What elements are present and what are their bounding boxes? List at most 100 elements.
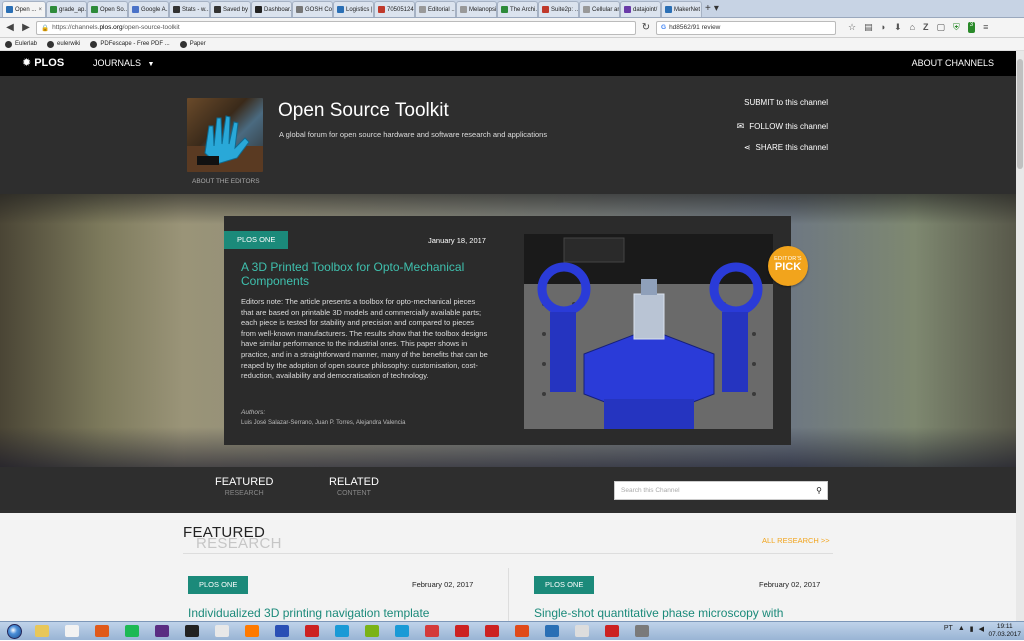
bookmark-item[interactable]: Paper [179,40,206,48]
bookmark-star-icon[interactable]: ☆ [848,22,856,33]
clock[interactable]: 19:11 07.03.2017 [988,623,1021,639]
about-editors-link[interactable]: ABOUT THE EDITORS [192,178,260,185]
browser-tab[interactable]: grade_ap... [46,1,87,17]
home-icon[interactable]: ⌂ [910,22,915,33]
channel-subtitle: A global forum for open source hardware … [279,130,548,139]
tab-list-icon[interactable]: ▾ [714,1,719,17]
scrollbar-thumb[interactable] [1017,59,1023,169]
start-button[interactable] [0,622,28,641]
browser-tab[interactable]: Suite2p: ... [538,1,579,17]
journals-menu[interactable]: JOURNALS ▼ [93,58,154,68]
journal-badge[interactable]: PLOS ONE [188,576,249,594]
browser-tab[interactable]: Saved by ... [210,1,251,17]
browser-tab[interactable]: The Archi... [497,1,538,17]
page-scrollbar[interactable] [1016,51,1024,621]
address-bar[interactable]: 🔒 https://channels. plos.org/open-source-… [36,20,636,35]
follow-label: FOLLOW this channel [749,122,828,131]
feature-image[interactable] [524,234,773,429]
taskbar-app-icon[interactable] [148,623,176,640]
journal-badge[interactable]: PLOS ONE [224,231,289,249]
pocket-icon[interactable]: ◗ [881,22,886,33]
tab-featured-research[interactable]: FEATURED RESEARCH [215,476,273,497]
taskbar-app-icon[interactable] [598,623,626,640]
channel-search-input[interactable]: Search this Channel ⚲ [614,481,828,500]
robotic-hand-illustration [187,115,263,172]
taskbar-app-icon[interactable] [508,623,536,640]
favicon-icon [255,6,262,13]
feature-title[interactable]: A 3D Printed Toolbox for Opto-Mechanical… [241,260,481,288]
taskbar-app-icon[interactable] [118,623,146,640]
bookmark-item[interactable]: PDFescape - Free PDF ... [90,40,170,48]
zotero-icon[interactable]: Z [923,22,929,33]
taskbar-app-icon[interactable] [328,623,356,640]
taskbar-app-icon[interactable] [478,623,506,640]
taskbar-app-icon[interactable] [538,623,566,640]
language-indicator[interactable]: PT [944,625,953,633]
menu-icon[interactable]: ≡ [983,22,988,33]
reload-icon[interactable]: ↻ [640,22,652,33]
taskbar-app-icon[interactable] [388,623,416,640]
bookmark-item[interactable]: eulerwiki [47,40,80,48]
forward-icon[interactable]: ▶ [20,22,32,33]
browser-tab[interactable]: Cellular and ... [579,1,620,17]
browser-tab[interactable]: Stats - w... [169,1,210,17]
search-icon[interactable]: ⚲ [816,486,822,495]
tray-arrow-icon[interactable]: ▲ [958,625,965,633]
follow-link[interactable]: ✉ FOLLOW this channel [737,121,828,132]
browser-tab[interactable]: Dashboar... [251,1,292,17]
channel-header: ABOUT THE EDITORS Open Source Toolkit A … [0,76,1016,194]
tab-related-content[interactable]: RELATED CONTENT [329,476,379,497]
taskbar-app-icon[interactable] [88,623,116,640]
bookmark-label: Paper [189,41,206,47]
browser-tab[interactable]: Google A... [128,1,169,17]
submit-link[interactable]: SUBMIT to this channel [744,98,828,107]
article-title[interactable]: Single-shot quantitative phase microscop… [534,606,783,620]
app-glyph [215,625,229,637]
article-title[interactable]: Individualized 3D printing navigation te… [188,606,429,620]
taskbar-app-icon[interactable] [28,623,56,640]
back-icon[interactable]: ◀ [4,22,16,33]
browser-tab[interactable]: GOSH Co... [292,1,333,17]
taskbar-app-icon[interactable] [178,623,206,640]
windows-taskbar: PT ▲ ▮ ◀ 19:11 07.03.2017 [0,621,1024,640]
clock-time: 19:11 [996,623,1013,630]
taskbar-app-icon[interactable] [448,623,476,640]
taskbar-app-icon[interactable] [58,623,86,640]
browser-tab[interactable]: MakerNet [661,1,702,17]
journal-badge[interactable]: PLOS ONE [534,576,595,594]
taskbar-app-icon[interactable] [358,623,386,640]
shield-icon[interactable]: ⛨ [953,22,960,33]
browser-tab[interactable]: Logistics | Gat... [333,1,374,17]
taskbar-app-icon[interactable] [268,623,296,640]
tab-label: Cellular and ... [592,6,619,13]
browser-tab[interactable]: Open ... × [2,1,46,17]
feature-card[interactable]: PLOS ONE January 18, 2017 A 3D Printed T… [224,216,791,445]
share-link[interactable]: ⋖ SHARE this channel [744,143,828,152]
taskbar-app-icon[interactable] [568,623,596,640]
favicon-icon [50,6,57,13]
opto-mechanical-photo [524,234,773,429]
browser-tab[interactable]: datajoint/ [620,1,661,17]
browser-search-field[interactable]: G hd8562/91 review [656,20,836,35]
browser-tab[interactable]: Editorial ... [415,1,456,17]
browser-tab[interactable]: 70505124 ... [374,1,415,17]
network-icon[interactable]: ▮ [970,625,974,633]
browser-tab[interactable]: Open So... [87,1,128,17]
channel-thumbnail[interactable] [187,98,263,172]
browser-tab[interactable]: Melanopsin-E... [456,1,497,17]
taskbar-app-icon[interactable] [628,623,656,640]
taskbar-app-icon[interactable] [238,623,266,640]
new-tab-icon[interactable]: + [705,1,711,17]
taskbar-app-icon[interactable] [418,623,446,640]
addon-icon[interactable]: ▢ [937,22,946,33]
close-tab-icon[interactable]: × [38,7,42,13]
taskbar-app-icon[interactable] [298,623,326,640]
volume-icon[interactable]: ◀ [979,625,984,633]
about-channels-link[interactable]: ABOUT CHANNELS [912,58,994,68]
download-icon[interactable]: ⬇ [894,22,902,33]
reading-list-icon[interactable]: ▤ [864,22,873,33]
all-research-link[interactable]: ALL RESEARCH >> [762,536,830,545]
taskbar-app-icon[interactable] [208,623,236,640]
plos-logo[interactable]: ✹ PLOS [22,56,64,70]
bookmark-item[interactable]: Eulerlab [5,40,37,48]
